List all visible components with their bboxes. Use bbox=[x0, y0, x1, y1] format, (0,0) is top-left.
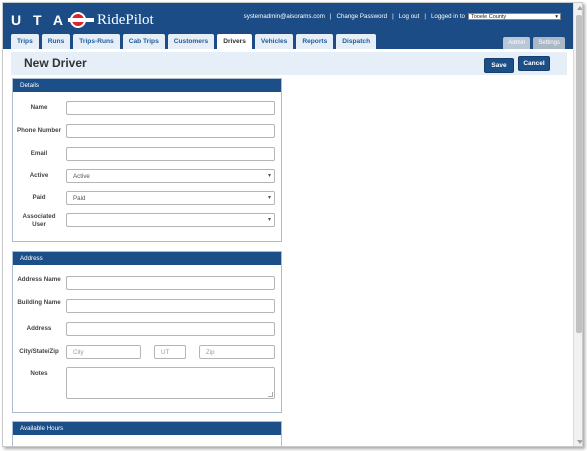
zip-placeholder: Zip bbox=[206, 348, 215, 356]
address-field[interactable] bbox=[66, 322, 275, 336]
app-window: U T A RidePilot systemadmin@aisorams.com… bbox=[2, 2, 583, 447]
page-scrollbar[interactable] bbox=[573, 3, 582, 446]
logged-in-to-label: Logged in to bbox=[430, 13, 465, 20]
tab-trips[interactable]: Trips bbox=[11, 34, 39, 49]
tab-vehicles[interactable]: Vehicles bbox=[254, 34, 294, 49]
notes-textarea[interactable] bbox=[66, 367, 275, 399]
scroll-down-arrow-icon[interactable] bbox=[577, 440, 582, 444]
tab-reports[interactable]: Reports bbox=[296, 34, 334, 49]
building-name-label: Building Name bbox=[17, 299, 61, 306]
address-name-label: Address Name bbox=[17, 276, 61, 283]
app-name: RidePilot bbox=[97, 11, 154, 28]
cancel-button[interactable]: Cancel bbox=[518, 56, 550, 71]
phone-label: Phone Number bbox=[16, 127, 61, 134]
save-button[interactable]: Save bbox=[484, 58, 514, 73]
available-hours-panel: Available Hours bbox=[12, 421, 282, 446]
active-select[interactable]: Active bbox=[66, 169, 275, 183]
county-select[interactable]: Tooele County ▾ bbox=[468, 13, 561, 20]
change-password-link[interactable]: Change Password bbox=[337, 13, 388, 20]
associated-user-label: Associated User bbox=[22, 213, 56, 228]
active-label: Active bbox=[29, 172, 49, 179]
scroll-thumb[interactable] bbox=[576, 15, 582, 333]
county-select-value: Tooele County bbox=[471, 13, 507, 20]
user-email: systemadmin@aisorams.com bbox=[243, 13, 325, 20]
city-field[interactable]: City bbox=[66, 345, 141, 359]
details-panel-heading: Details bbox=[13, 79, 281, 92]
city-state-zip-label: City/State/Zip bbox=[19, 348, 59, 355]
main-nav-tabs: Trips Runs Trips-Runs Cab Trips Customer… bbox=[11, 34, 379, 49]
phone-number-field[interactable] bbox=[66, 124, 275, 138]
notes-label: Notes bbox=[30, 370, 48, 377]
tab-customers[interactable]: Customers bbox=[167, 34, 215, 49]
available-hours-panel-heading: Available Hours bbox=[13, 422, 281, 435]
address-name-field[interactable] bbox=[66, 276, 275, 290]
logout-link[interactable]: Log out bbox=[399, 13, 420, 20]
details-panel: Details Name Phone Number Email Active A… bbox=[12, 78, 282, 242]
address-panel: Address Address Name Building Name Addre… bbox=[12, 251, 282, 413]
tab-runs[interactable]: Runs bbox=[41, 34, 71, 49]
state-field[interactable]: UT bbox=[154, 345, 186, 359]
address-panel-heading: Address bbox=[13, 252, 281, 265]
scroll-up-arrow-icon[interactable] bbox=[577, 6, 582, 10]
zip-field[interactable]: Zip bbox=[199, 345, 275, 359]
tab-drivers[interactable]: Drivers bbox=[217, 34, 252, 49]
tab-cab-trips[interactable]: Cab Trips bbox=[122, 34, 165, 49]
email-field[interactable] bbox=[66, 147, 275, 161]
name-label: Name bbox=[30, 104, 48, 111]
address-label: Address bbox=[26, 325, 52, 332]
uta-logo-text: U T A bbox=[11, 12, 68, 28]
uta-ridepilot-logo[interactable]: U T A RidePilot bbox=[11, 10, 154, 30]
state-value: UT bbox=[161, 348, 170, 356]
chevron-down-icon: ▾ bbox=[555, 13, 558, 20]
page-header: New Driver Save Cancel bbox=[11, 52, 567, 75]
city-placeholder: City bbox=[73, 348, 84, 356]
resize-grip-icon[interactable] bbox=[268, 392, 273, 397]
paid-label: Paid bbox=[32, 194, 46, 201]
active-select-value: Active bbox=[73, 172, 90, 180]
top-header: U T A RidePilot systemadmin@aisorams.com… bbox=[3, 3, 573, 49]
name-field[interactable] bbox=[66, 101, 275, 115]
email-label: Email bbox=[30, 150, 48, 157]
paid-select-value: Paid bbox=[73, 194, 86, 202]
uta-logo-icon bbox=[68, 11, 95, 29]
associated-user-select[interactable] bbox=[66, 213, 275, 227]
admin-nav-tabs: Admin Settings bbox=[500, 37, 565, 49]
tab-settings[interactable]: Settings bbox=[533, 37, 565, 49]
tab-trips-runs[interactable]: Trips-Runs bbox=[73, 34, 120, 49]
tab-dispatch[interactable]: Dispatch bbox=[336, 34, 377, 49]
paid-select[interactable]: Paid bbox=[66, 191, 275, 205]
page-title: New Driver bbox=[24, 56, 87, 70]
building-name-field[interactable] bbox=[66, 299, 275, 313]
tab-admin[interactable]: Admin bbox=[503, 37, 531, 49]
user-bar: systemadmin@aisorams.com | Change Passwo… bbox=[244, 13, 561, 20]
